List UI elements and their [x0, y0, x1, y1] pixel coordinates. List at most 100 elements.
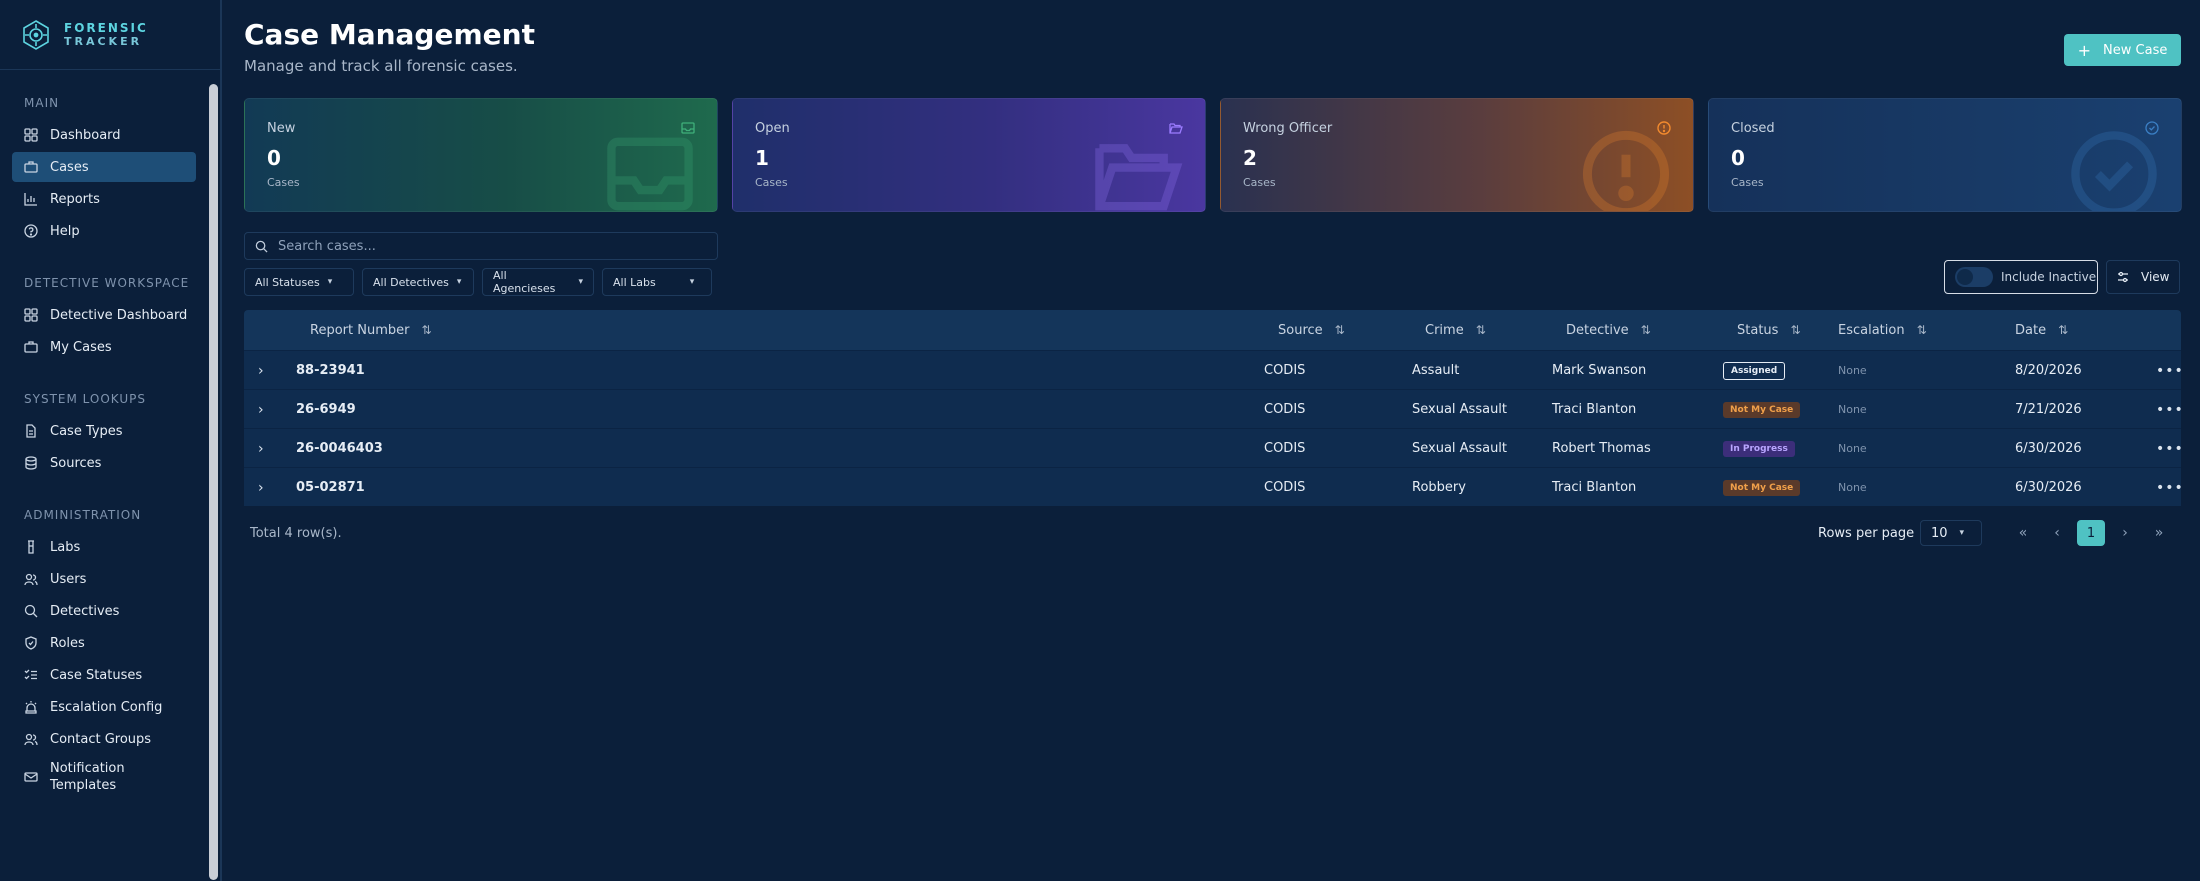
column-label: Date — [2015, 322, 2047, 338]
cell-detective: Traci Blanton — [1552, 480, 1637, 495]
search-input[interactable]: Search cases... — [244, 232, 718, 260]
toggle-switch[interactable] — [1955, 267, 1993, 287]
chevron-right-icon[interactable]: › — [258, 468, 264, 507]
filters: All Statuses ▾ All Detectives ▾ All Agenci… — [244, 268, 712, 296]
table-row[interactable]: › 26-6949 CODIS Sexual Assault Traci Bla… — [244, 389, 2184, 429]
column-crime[interactable]: Crime ⇅ — [1425, 323, 1486, 338]
sidebar-item-detective-dashboard[interactable]: Detective Dashboard — [12, 300, 196, 330]
sidebar-item-label: Cases — [50, 159, 89, 175]
sidebar-item-detectives[interactable]: Detectives — [12, 596, 196, 626]
shield-icon — [25, 636, 37, 650]
inbox-watermark-icon — [607, 137, 693, 211]
sliders-icon — [2118, 271, 2128, 283]
include-inactive-toggle[interactable]: Include Inactive — [1944, 260, 2098, 294]
chevron-down-icon: ▾ — [456, 277, 462, 287]
row-actions-icon[interactable]: ••• — [2156, 468, 2184, 507]
stat-card-closed[interactable]: Closed 0 Cases — [1708, 98, 2182, 212]
sidebar-item-labs[interactable]: Labs — [12, 532, 196, 562]
grid-icon — [24, 308, 38, 322]
sidebar-item-case-statuses[interactable]: Case Statuses — [12, 660, 196, 690]
page-button-current[interactable]: 1 — [2077, 520, 2105, 546]
sidebar-item-dashboard[interactable]: Dashboard — [12, 120, 196, 150]
column-detective[interactable]: Detective ⇅ — [1566, 323, 1651, 338]
sidebar-item-my-cases[interactable]: My Cases — [12, 332, 196, 362]
sort-icon[interactable]: ⇅ — [1335, 323, 1345, 337]
column-date[interactable]: Date ⇅ — [2015, 323, 2068, 338]
sidebar-item-escalation-config[interactable]: Escalation Config — [12, 692, 196, 722]
sort-icon[interactable]: ⇅ — [1641, 323, 1651, 337]
chevron-right-icon[interactable]: › — [258, 351, 264, 390]
cell-escalation: None — [1838, 481, 1867, 494]
cell-detective: Mark Swanson — [1552, 363, 1647, 378]
filter-labs[interactable]: All Labs ▾ — [602, 268, 712, 296]
brand-line1: FORENSIC — [64, 20, 148, 35]
sidebar-item-users[interactable]: Users — [12, 564, 196, 594]
next-page-icon[interactable]: › — [2108, 520, 2142, 546]
filter-detectives[interactable]: All Detectives ▾ — [362, 268, 474, 296]
bar-chart-icon — [24, 193, 37, 206]
stat-card-wrong-officer[interactable]: Wrong Officer 2 Cases — [1220, 98, 1694, 212]
pagination: « ‹ 1 › » — [2006, 520, 2176, 546]
cell-date: 7/21/2026 — [2015, 402, 2082, 417]
total-rows-text: Total 4 row(s). — [250, 526, 342, 541]
check-circle-watermark-icon — [2071, 131, 2157, 211]
sort-icon[interactable]: ⇅ — [2058, 323, 2068, 337]
sidebar-item-label: Contact Groups — [50, 731, 152, 747]
sort-icon[interactable]: ⇅ — [1790, 323, 1800, 337]
column-label: Detective — [1566, 322, 1629, 338]
column-report-number[interactable]: Report Number ⇅ — [310, 323, 432, 338]
briefcase-icon — [24, 161, 38, 173]
chevron-down-icon: ▾ — [689, 277, 695, 287]
row-actions-icon[interactable]: ••• — [2156, 429, 2184, 468]
chevron-right-icon[interactable]: › — [258, 429, 264, 468]
filter-statuses[interactable]: All Statuses ▾ — [244, 268, 354, 296]
status-badge: Not My Case — [1723, 479, 1801, 496]
sort-icon[interactable]: ⇅ — [421, 323, 431, 337]
status-badge: Assigned — [1723, 361, 1786, 380]
table-row[interactable]: › 26-0046403 CODIS Sexual Assault Robert… — [244, 428, 2184, 468]
stat-card-new[interactable]: New 0 Cases — [244, 98, 718, 212]
sort-icon[interactable]: ⇅ — [1917, 323, 1927, 337]
section-title-system-lookups: SYSTEM LOOKUPS — [24, 392, 146, 406]
column-escalation[interactable]: Escalation ⇅ — [1838, 323, 1927, 338]
new-case-button[interactable]: + New Case — [2064, 34, 2181, 66]
filter-label: All Statuses — [255, 275, 320, 289]
sidebar-scrollbar[interactable] — [209, 84, 218, 880]
rows-per-page-value: 10 — [1931, 525, 1948, 541]
page-subtitle: Manage and track all forensic cases. — [244, 57, 518, 75]
sidebar-item-cases[interactable]: Cases — [12, 152, 196, 182]
cell-report-number: 26-0046403 — [296, 441, 383, 456]
previous-page-icon[interactable]: ‹ — [2040, 520, 2074, 546]
chevron-right-icon[interactable]: › — [258, 390, 264, 429]
stat-card-open[interactable]: Open 1 Cases — [732, 98, 1206, 212]
sidebar-item-notification-templates[interactable]: Notification Templates — [12, 756, 196, 798]
sidebar-item-roles[interactable]: Roles — [12, 628, 196, 658]
cell-source: CODIS — [1264, 441, 1306, 456]
file-icon — [26, 424, 36, 438]
filter-agencies[interactable]: All Agencieses ▾ — [482, 268, 594, 296]
row-actions-icon[interactable]: ••• — [2156, 351, 2184, 390]
folder-open-watermark-icon — [1095, 144, 1183, 211]
rows-per-page-select[interactable]: 10 ▾ — [1920, 520, 1982, 546]
sidebar: FORENSIC TRACKER MAIN Dashboard Cases Re… — [0, 0, 222, 881]
last-page-icon[interactable]: » — [2142, 520, 2176, 546]
sort-icon[interactable]: ⇅ — [1476, 323, 1486, 337]
sidebar-item-reports[interactable]: Reports — [12, 184, 196, 214]
brand[interactable]: FORENSIC TRACKER — [0, 0, 220, 70]
column-status[interactable]: Status ⇅ — [1737, 323, 1801, 338]
sidebar-item-label: Roles — [50, 635, 85, 651]
column-label: Report Number — [310, 322, 410, 338]
row-actions-icon[interactable]: ••• — [2156, 390, 2184, 429]
column-source[interactable]: Source ⇅ — [1278, 323, 1345, 338]
sidebar-item-contact-groups[interactable]: Contact Groups — [12, 724, 196, 754]
table-row[interactable]: › 88-23941 CODIS Assault Mark Swanson As… — [244, 350, 2184, 390]
first-page-icon[interactable]: « — [2006, 520, 2040, 546]
view-button[interactable]: View — [2106, 260, 2180, 294]
grid-icon — [24, 128, 38, 142]
sidebar-item-sources[interactable]: Sources — [12, 448, 196, 478]
section-title-administration: ADMINISTRATION — [24, 508, 142, 522]
sidebar-item-case-types[interactable]: Case Types — [12, 416, 196, 446]
table-row[interactable]: › 05-02871 CODIS Robbery Traci Blanton N… — [244, 467, 2184, 507]
sidebar-item-help[interactable]: Help — [12, 216, 196, 246]
stat-cards: New 0 Cases Open 1 Cases Wrong Officer 2… — [244, 98, 2182, 212]
